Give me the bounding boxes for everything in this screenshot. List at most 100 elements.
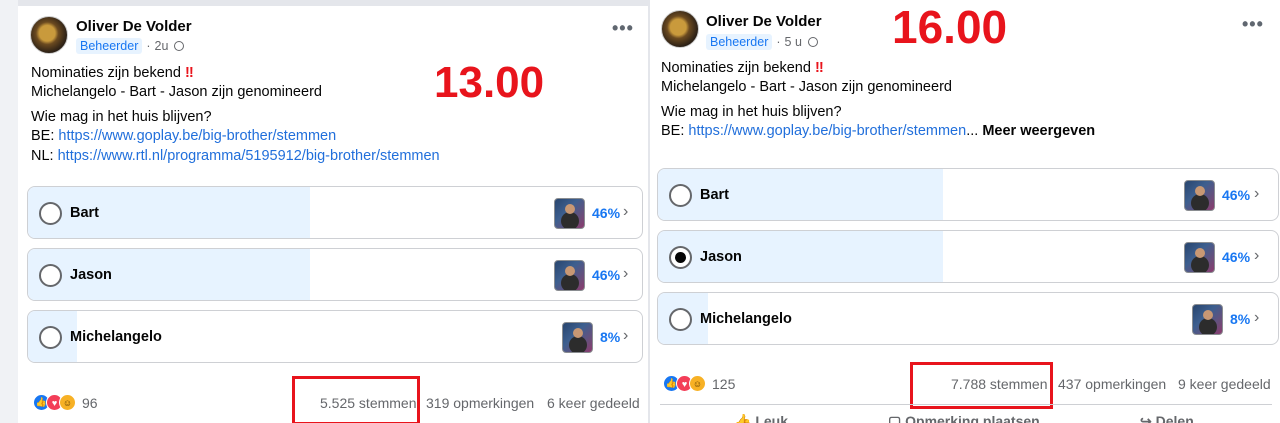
highlight-box [292,376,420,423]
be-prefix: BE: [661,123,685,139]
author-name[interactable]: Oliver De Volder [76,18,192,35]
post-question: Wie mag in het huis blijven? [31,109,212,125]
post-age[interactable]: 2u [155,39,169,53]
haha-reaction-icon: ☺ [689,375,706,392]
reactions-count: 125 [712,375,736,392]
poll-option-label: Jason [700,249,742,265]
poll-option-label: Bart [700,187,730,203]
post-nl-line: NL: https://www.rtl.nl/programma/5195912… [31,148,440,164]
reactions-count: 96 [82,394,98,411]
time-stamp-overlay: 13.00 [434,58,545,107]
voter-avatar-thumb [562,322,593,353]
poll-option-label: Bart [70,205,100,221]
post-text-line1: Nominaties zijn bekend ‼ [661,60,824,76]
post-age[interactable]: 5 u [785,35,802,49]
time-stamp-overlay: 16.00 [892,1,1008,53]
post-meta: Beheerder · 2u [76,38,185,54]
poll-percent: 46% [592,205,621,221]
voter-avatar-thumb [1184,180,1215,211]
poll-option-label: Jason [70,267,112,283]
comments-count[interactable]: 319 opmerkingen [426,395,534,411]
author-name[interactable]: Oliver De Volder [706,13,822,30]
comment-icon: ▢ [888,413,906,423]
reactions-summary[interactable]: 👍 ♥ ☺ 96 [33,394,98,411]
role-badge: Beheerder [76,38,143,54]
post-be-line: BE: https://www.goplay.be/big-brother/st… [661,123,1095,139]
like-button[interactable]: 👍 Leuk [734,413,788,423]
poll-option-michelangelo[interactable]: Michelangelo 8% › [27,310,643,363]
post-question: Wie mag in het huis blijven? [661,104,842,120]
facebook-post-left: Oliver De Volder Beheerder · 2u ••• 13.0… [18,0,652,423]
see-more-link[interactable]: Meer weergeven [982,123,1095,139]
share-icon: ↪ [1140,413,1156,423]
highlight-box [910,362,1053,409]
footer-divider [660,404,1272,405]
poll-percent: 46% [1222,249,1251,265]
shares-count[interactable]: 6 keer gedeeld [547,395,640,411]
voter-avatar-thumb [554,260,585,291]
role-badge: Beheerder [706,34,773,50]
radio-button[interactable] [39,326,62,349]
facebook-post-right: Oliver De Volder Beheerder · 5 u ••• 16.… [648,0,1280,423]
shares-count[interactable]: 9 keer gedeeld [1178,376,1271,392]
double-exclamation-icon: ‼ [184,65,194,81]
more-options-icon[interactable]: ••• [612,18,634,39]
poll-percent: 46% [592,267,621,283]
author-avatar[interactable] [661,10,699,48]
chevron-right-icon[interactable]: › [1254,309,1259,327]
voter-avatar-thumb [554,198,585,229]
be-link[interactable]: https://www.goplay.be/big-brother/stemme… [688,123,966,139]
comment-button[interactable]: ▢ Opmerking plaatsen [888,413,1040,423]
post-text-line2: Michelangelo - Bart - Jason zijn genomin… [661,79,952,95]
share-button[interactable]: ↪ Delen [1140,413,1194,423]
post-text-line2: Michelangelo - Bart - Jason zijn genomin… [31,84,322,100]
author-avatar[interactable] [30,16,68,54]
separator-dot: · [776,35,781,49]
poll-option-jason[interactable]: Jason 46% › [657,230,1279,283]
share-button-label: Delen [1155,413,1194,423]
chevron-right-icon[interactable]: › [623,203,628,221]
nominations-text: Nominaties zijn bekend [31,65,181,81]
radio-button-selected[interactable] [669,246,692,269]
separator-dot: · [146,39,151,53]
haha-reaction-icon: ☺ [59,394,76,411]
screenshot-stage: Oliver De Volder Beheerder · 2u ••• 13.0… [0,0,1280,423]
comments-count[interactable]: 437 opmerkingen [1058,376,1166,392]
poll-option-label: Michelangelo [70,329,162,345]
comment-button-label: Opmerking plaatsen [905,413,1040,423]
radio-button[interactable] [669,308,692,331]
double-exclamation-icon: ‼ [814,60,824,76]
radio-button[interactable] [39,264,62,287]
post-meta: Beheerder · 5 u [706,34,818,50]
poll-percent: 8% [1230,311,1251,327]
chevron-right-icon[interactable]: › [1254,185,1259,203]
like-button-label: Leuk [755,413,789,423]
radio-button[interactable] [669,184,692,207]
reactions-summary[interactable]: 👍 ♥ ☺ 125 [663,375,735,392]
nl-prefix: NL: [31,148,54,164]
be-prefix: BE: [31,128,55,144]
voter-avatar-thumb [1192,304,1223,335]
nominations-text: Nominaties zijn bekend [661,60,811,76]
poll-option-bart[interactable]: Bart 46% › [657,168,1279,221]
ellipsis: ... [966,123,979,139]
post-text-line1: Nominaties zijn bekend ‼ [31,65,194,81]
like-button-icon: 👍 [734,413,756,423]
more-options-icon[interactable]: ••• [1242,14,1264,35]
poll-option-michelangelo[interactable]: Michelangelo 8% › [657,292,1279,345]
poll-percent: 8% [600,329,621,345]
globe-icon [174,41,185,51]
poll-option-label: Michelangelo [700,311,792,327]
nl-link[interactable]: https://www.rtl.nl/programma/5195912/big… [58,148,440,164]
globe-icon [807,37,818,47]
radio-button[interactable] [39,202,62,225]
be-link[interactable]: https://www.goplay.be/big-brother/stemme… [58,128,336,144]
post-be-line: BE: https://www.goplay.be/big-brother/st… [31,128,336,144]
voter-avatar-thumb [1184,242,1215,273]
poll-option-jason[interactable]: Jason 46% › [27,248,643,301]
chevron-right-icon[interactable]: › [623,265,628,283]
poll-option-bart[interactable]: Bart 46% › [27,186,643,239]
chevron-right-icon[interactable]: › [1254,247,1259,265]
poll-percent: 46% [1222,187,1251,203]
chevron-right-icon[interactable]: › [623,327,628,345]
